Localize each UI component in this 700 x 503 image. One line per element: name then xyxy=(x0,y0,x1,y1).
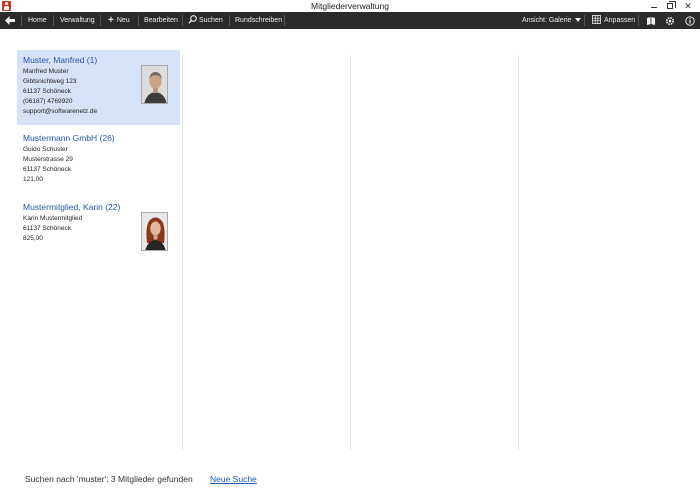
member-card[interactable]: Mustermitglied, Karin (22) Karin Musterm… xyxy=(17,197,180,255)
close-button[interactable]: ✕ xyxy=(680,0,696,12)
back-button[interactable] xyxy=(4,12,15,29)
column-divider xyxy=(350,55,351,450)
toolbar-divider xyxy=(21,15,22,26)
member-card-line: support@softwarenetz.de xyxy=(23,108,98,115)
window-title: Mitgliederverwaltung xyxy=(311,1,389,11)
toolbar-divider xyxy=(638,15,639,26)
column-divider xyxy=(518,55,519,450)
view-dropdown[interactable]: Ansicht: Galerie xyxy=(522,12,582,29)
new-button-label: Neu xyxy=(116,17,130,24)
member-card-line: 61137 Schöneck xyxy=(23,225,71,232)
grid-icon xyxy=(592,15,601,24)
restore-button[interactable] xyxy=(662,0,678,12)
info-button[interactable] xyxy=(683,12,697,29)
toolbar-divider xyxy=(584,15,585,26)
toolbar-divider xyxy=(182,15,183,26)
verwaltung-button[interactable]: Verwaltung xyxy=(60,12,95,29)
search-button[interactable]: Suchen xyxy=(188,12,223,29)
member-card[interactable]: Muster, Manfred (1) Manfred Muster Gibts… xyxy=(17,50,180,125)
member-card-line: 825,00 xyxy=(23,235,43,242)
member-card-line: Karin Mustermitglied xyxy=(23,215,83,222)
member-card-title[interactable]: Mustermitglied, Karin (22) xyxy=(23,202,120,212)
member-card-line: Musterstrasse 29 xyxy=(23,156,73,163)
column-divider xyxy=(182,55,183,450)
toolbar-divider xyxy=(53,15,54,26)
member-card-line: 61137 Schöneck xyxy=(23,88,71,95)
member-card-line: Guido Schuster xyxy=(23,146,68,153)
search-button-label: Suchen xyxy=(199,17,223,24)
member-card-line: Manfred Muster xyxy=(23,68,69,75)
female-portrait-photo xyxy=(141,212,168,251)
new-search-link[interactable]: Neue Suche xyxy=(210,474,257,484)
back-arrow-icon xyxy=(5,16,15,25)
member-card-title[interactable]: Muster, Manfred (1) xyxy=(23,55,97,65)
customize-button-label: Anpassen xyxy=(604,17,636,24)
minimize-button[interactable] xyxy=(646,0,662,12)
view-dropdown-label: Ansicht: Galerie xyxy=(522,17,572,24)
member-card-line: 121,00 xyxy=(23,176,43,183)
member-card-title[interactable]: Mustermann GmbH (26) xyxy=(23,133,115,143)
main-toolbar: Home Verwaltung + Neu Bearbeiten Suchen R… xyxy=(0,12,700,29)
toolbar-divider xyxy=(229,15,230,26)
title-bar: Mitgliederverwaltung ✕ xyxy=(0,0,700,12)
search-icon xyxy=(188,15,197,24)
customize-button[interactable]: Anpassen xyxy=(592,12,635,29)
close-icon: ✕ xyxy=(684,0,692,11)
book-icon xyxy=(647,16,655,25)
member-card-line: 61137 Schöneck xyxy=(23,166,71,173)
member-card[interactable]: Mustermann GmbH (26) Guido Schuster Must… xyxy=(17,128,180,190)
restore-icon xyxy=(667,1,676,9)
new-button[interactable]: + Neu xyxy=(108,12,130,29)
member-card-line: (06187) 4769920 xyxy=(23,98,73,105)
gear-icon xyxy=(665,16,675,25)
circular-letter-button[interactable]: Rundschreiben xyxy=(235,12,282,29)
home-button[interactable]: Home xyxy=(28,12,47,29)
male-portrait-photo xyxy=(141,65,168,104)
toolbar-divider xyxy=(138,15,139,26)
search-result-status: Suchen nach 'muster': 3 Mitglieder gefun… xyxy=(25,474,193,484)
chevron-down-icon xyxy=(575,18,582,22)
info-icon xyxy=(685,15,695,26)
book-button[interactable] xyxy=(644,12,658,29)
minimize-icon xyxy=(651,6,657,8)
settings-button[interactable] xyxy=(663,12,677,29)
plus-icon: + xyxy=(108,15,114,26)
toolbar-divider xyxy=(284,15,285,26)
edit-button[interactable]: Bearbeiten xyxy=(144,12,178,29)
toolbar-divider xyxy=(100,15,101,26)
member-card-line: Gibtsnichtweg 123 xyxy=(23,78,77,85)
